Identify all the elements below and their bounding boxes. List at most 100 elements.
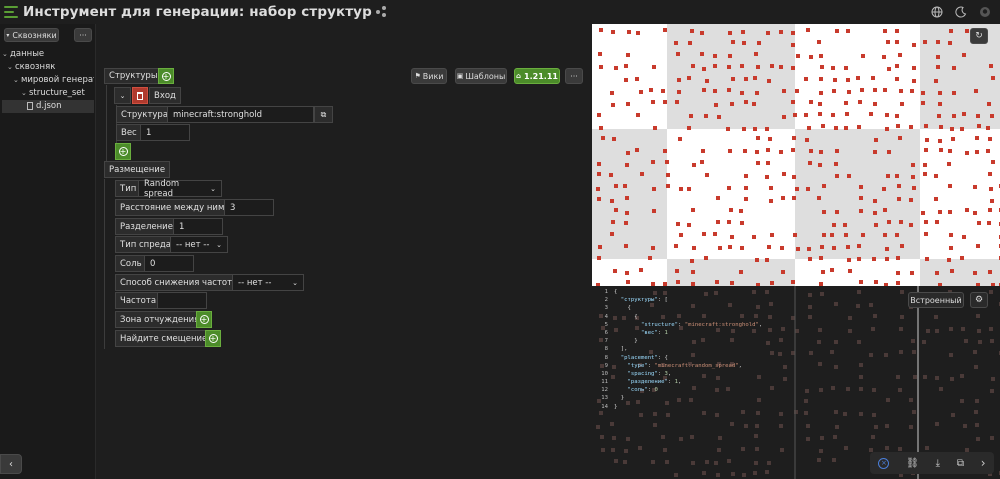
tree-item-skvoznyak[interactable]: ⌄ сквозняк: [2, 61, 94, 74]
format-button[interactable]: Встроенный: [908, 292, 964, 308]
background-marker: [755, 447, 759, 451]
structure-marker: [847, 90, 851, 94]
close-circle-icon[interactable]: ×: [878, 457, 890, 469]
structure-marker: [624, 78, 628, 82]
structure-marker: [859, 196, 863, 200]
download-icon[interactable]: ⤓: [936, 458, 940, 469]
structure-marker: [860, 88, 864, 92]
structure-marker: [925, 257, 929, 261]
preview-chunk: [920, 129, 1000, 259]
chevron-down-icon: ⌄: [216, 240, 222, 249]
structure-marker: [765, 175, 769, 179]
collapse-entry-button[interactable]: ⌄: [114, 87, 131, 104]
structure-marker: [653, 126, 657, 130]
structure-marker: [934, 174, 938, 178]
structure-marker: [887, 220, 891, 224]
structure-input[interactable]: minecraft:stronghold: [167, 106, 314, 123]
structure-marker: [610, 232, 614, 236]
background-marker: [909, 425, 913, 429]
structure-marker: [848, 269, 852, 273]
structure-marker: [845, 112, 849, 116]
structure-marker: [731, 40, 735, 44]
link-icon[interactable]: ⛓: [906, 458, 919, 469]
tree-item-data[interactable]: ⌄ данные: [2, 48, 94, 61]
remove-entry-button[interactable]: [132, 87, 148, 104]
background-marker: [960, 399, 964, 403]
frequency-method-select[interactable]: -- нет -- ⌄: [232, 274, 304, 291]
wiki-button[interactable]: ⚑ Вики: [411, 68, 447, 84]
structure-marker: [846, 245, 850, 249]
structure-marker: [599, 65, 603, 69]
preview-chunk: [920, 24, 1000, 129]
add-exclusion-zone-button[interactable]: +: [196, 311, 212, 328]
open-reference-button[interactable]: ⧉: [314, 106, 333, 123]
structure-marker: [716, 220, 720, 224]
frequency-input[interactable]: [157, 292, 207, 309]
structure-marker: [950, 127, 954, 131]
toolbar-more-button[interactable]: ···: [565, 68, 583, 84]
templates-button[interactable]: ▣ Шаблоны: [455, 68, 507, 84]
structure-preview-map[interactable]: ↻: [592, 24, 1000, 286]
structure-marker: [666, 184, 670, 188]
structure-marker: [704, 256, 708, 260]
add-structure-button[interactable]: +: [158, 68, 174, 84]
github-icon[interactable]: [976, 3, 994, 21]
salt-input[interactable]: 0: [144, 255, 194, 272]
structure-marker: [611, 220, 615, 224]
project-button[interactable]: ▾ Сквозняки: [4, 28, 59, 42]
structure-marker: [795, 187, 799, 191]
background-marker: [754, 461, 758, 465]
add-locate-offset-button[interactable]: +: [205, 330, 221, 347]
structure-marker: [702, 67, 706, 71]
code-line: 1{: [592, 288, 892, 296]
collapse-sidebar-button[interactable]: ‹: [0, 454, 22, 474]
code-text: "соль": 0: [627, 387, 658, 394]
background-marker: [702, 471, 706, 475]
json-output-panel[interactable]: 1{2 "структуры": [3 {4 {5 "structure": "…: [592, 286, 1000, 479]
spacing-input[interactable]: 3: [224, 199, 274, 216]
weight-input[interactable]: 1: [140, 124, 190, 141]
globe-icon[interactable]: [928, 3, 946, 21]
structure-marker: [936, 40, 940, 44]
version-button[interactable]: ⌂ 1.21.11: [514, 68, 560, 84]
preview-chunk: [592, 24, 667, 129]
structure-marker: [874, 223, 878, 227]
structure-marker: [987, 102, 991, 106]
structure-marker: [769, 186, 773, 190]
structure-marker: [626, 53, 630, 57]
tree-item-worldgen[interactable]: ⌄мировой генератор: [2, 74, 94, 87]
tree-item-file[interactable]: d.json: [2, 100, 94, 113]
background-marker: [990, 436, 994, 440]
tree-item-structure-set[interactable]: ⌄ structure_set: [2, 87, 94, 100]
separation-value: 1: [179, 221, 185, 232]
separation-input[interactable]: 1: [173, 218, 223, 235]
refresh-preview-button[interactable]: ↻: [970, 28, 988, 44]
trash-icon: [137, 91, 143, 100]
structure-marker: [895, 29, 899, 33]
code-text: "разделение": 1,: [627, 379, 682, 386]
code-settings-button[interactable]: ⚙: [970, 292, 988, 308]
structure-marker: [635, 77, 639, 81]
structure-marker: [796, 247, 800, 251]
add-entry-button[interactable]: +: [115, 143, 131, 160]
structure-marker: [832, 89, 836, 93]
structure-marker: [714, 103, 718, 107]
structure-marker: [675, 100, 679, 104]
moon-icon[interactable]: [952, 3, 970, 21]
structure-marker: [652, 187, 656, 191]
chevron-down-icon: ⌄: [7, 63, 13, 71]
structure-marker: [624, 64, 628, 68]
background-marker: [991, 377, 995, 381]
type-select[interactable]: Random spread ⌄: [138, 179, 222, 199]
structure-marker: [948, 184, 952, 188]
line-number: 13: [601, 395, 608, 402]
spread-type-select[interactable]: -- нет -- ⌄: [170, 236, 228, 253]
editor-area: ⚑ Вики ▣ Шаблоны ⌂ 1.21.11 ··· Структуры…: [97, 24, 592, 479]
chevron-right-icon[interactable]: ›: [981, 456, 986, 470]
sidebar-more-button[interactable]: ···: [74, 28, 92, 42]
structure-field-label-text: Структура: [121, 109, 169, 120]
tree-item-label: данные: [10, 49, 45, 59]
background-marker: [601, 448, 605, 452]
structure-marker: [804, 77, 808, 81]
copy-icon[interactable]: ⧉: [957, 458, 964, 469]
